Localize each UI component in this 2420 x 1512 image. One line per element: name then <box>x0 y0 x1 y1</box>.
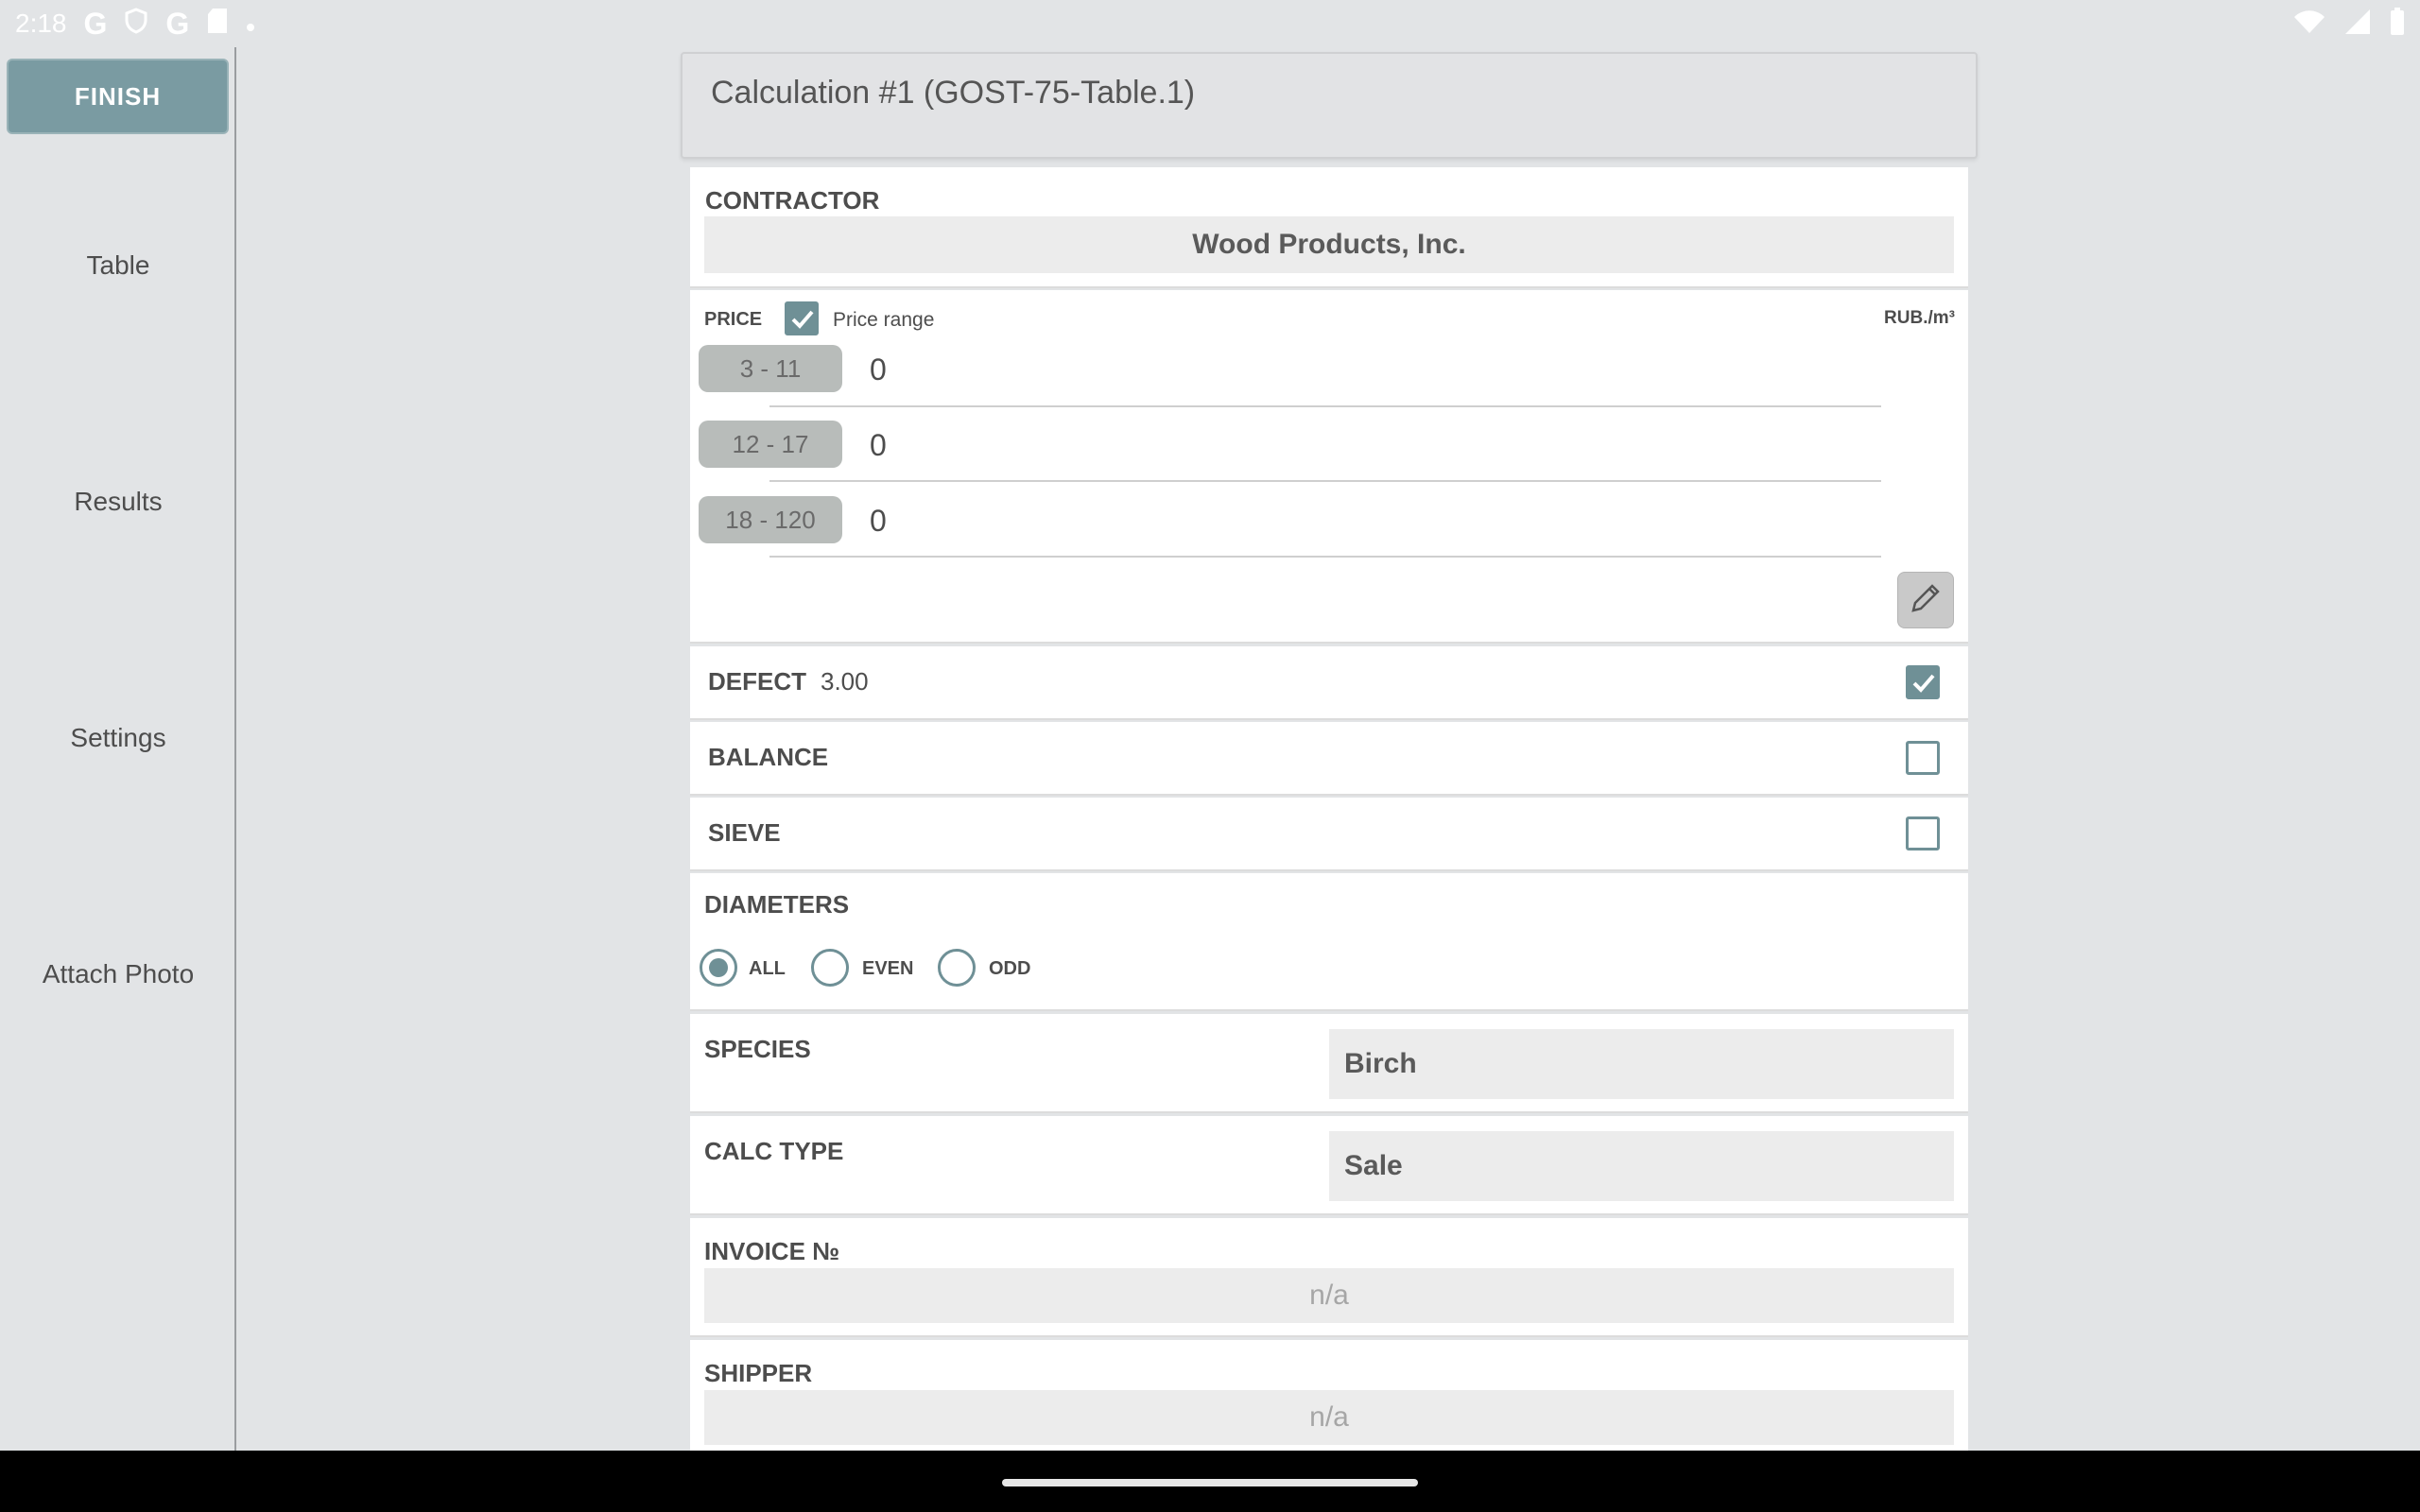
species-card: SPECIES Birch <box>690 1014 1968 1113</box>
signal-icon <box>2344 9 2371 40</box>
defect-card: DEFECT 3.00 <box>690 646 1968 720</box>
shield-icon <box>124 7 148 41</box>
invoice-input[interactable]: n/a <box>704 1268 1954 1323</box>
battery-icon <box>2390 7 2405 41</box>
pencil-icon <box>1908 580 1944 621</box>
sidebar-item-table[interactable]: Table <box>0 250 236 281</box>
balance-checkbox[interactable] <box>1906 741 1940 775</box>
balance-label: BALANCE <box>708 743 829 771</box>
home-gesture-handle[interactable] <box>1002 1479 1418 1486</box>
status-bar: 2:18 G G <box>0 0 2420 47</box>
status-bar-right <box>2293 7 2405 41</box>
sieve-checkbox[interactable] <box>1906 816 1940 850</box>
price-input-underline <box>769 480 1881 482</box>
price-input[interactable]: 0 <box>870 352 887 387</box>
species-label: SPECIES <box>704 1035 811 1063</box>
calc-type-card: CALC TYPE Sale <box>690 1116 1968 1215</box>
navigation-bar <box>0 1451 2420 1512</box>
clock: 2:18 <box>15 9 67 38</box>
price-card: PRICE Price range RUB./m³ 3 - 11 0 12 - … <box>690 290 1968 644</box>
status-bar-left: 2:18 G G <box>15 7 255 42</box>
diameters-radio-all[interactable] <box>700 949 737 987</box>
price-input-underline <box>769 556 1881 558</box>
sidebar-item-settings[interactable]: Settings <box>0 723 236 753</box>
species-dropdown[interactable]: Birch <box>1329 1029 1954 1099</box>
contractor-label: CONTRACTOR <box>705 186 880 215</box>
price-unit: RUB./m³ <box>1884 308 1955 328</box>
diameters-radio-even[interactable] <box>811 949 849 987</box>
price-input-underline <box>769 405 1881 407</box>
price-range-chip[interactable]: 12 - 17 <box>699 421 842 468</box>
shipper-card: SHIPPER n/a <box>690 1340 1968 1451</box>
sidebar: FINISH Table Results Settings Attach Pho… <box>0 47 236 1451</box>
price-range-chip[interactable]: 3 - 11 <box>699 345 842 392</box>
price-range-label: Price range <box>833 309 935 331</box>
calc-type-dropdown[interactable]: Sale <box>1329 1131 1954 1201</box>
invoice-label: INVOICE № <box>704 1237 840 1265</box>
defect-checkbox[interactable] <box>1906 665 1940 699</box>
sd-card-icon <box>206 8 229 41</box>
price-label: PRICE <box>704 309 763 330</box>
calculation-header: Calculation #1 (GOST-75-Table.1) <box>681 52 1978 159</box>
google-icon: G <box>83 6 108 41</box>
contractor-field[interactable]: Wood Products, Inc. <box>704 216 1954 273</box>
page-title: Calculation #1 (GOST-75-Table.1) <box>711 75 1196 111</box>
sidebar-item-results[interactable]: Results <box>0 487 236 517</box>
finish-button[interactable]: FINISH <box>7 59 229 134</box>
diameters-label: DIAMETERS <box>704 890 850 919</box>
calc-type-label: CALC TYPE <box>704 1137 844 1165</box>
price-input[interactable]: 0 <box>870 504 887 539</box>
google-icon: G <box>165 6 190 41</box>
defect-value[interactable]: 3.00 <box>821 667 869 696</box>
diameters-radio-odd-label: ODD <box>989 958 1031 979</box>
invoice-card: INVOICE № n/a <box>690 1218 1968 1337</box>
edit-price-button[interactable] <box>1897 572 1954 628</box>
diameters-radio-even-label: EVEN <box>862 958 914 979</box>
shipper-label: SHIPPER <box>704 1359 813 1387</box>
price-input[interactable]: 0 <box>870 428 887 463</box>
shipper-input[interactable]: n/a <box>704 1390 1954 1445</box>
price-range-checkbox[interactable] <box>785 301 819 335</box>
contractor-card: CONTRACTOR Wood Products, Inc. <box>690 167 1968 288</box>
diameters-card: DIAMETERS ALL EVEN ODD <box>690 873 1968 1011</box>
sieve-label: SIEVE <box>708 818 781 847</box>
diameters-radio-odd[interactable] <box>938 949 976 987</box>
diameters-radio-all-label: ALL <box>749 958 786 979</box>
balance-card: BALANCE <box>690 722 1968 796</box>
dot-icon <box>246 9 255 39</box>
price-range-chip[interactable]: 18 - 120 <box>699 496 842 543</box>
sidebar-item-attach-photo[interactable]: Attach Photo <box>0 959 236 989</box>
wifi-icon <box>2293 9 2325 39</box>
defect-label: DEFECT <box>708 667 806 696</box>
sieve-card: SIEVE <box>690 798 1968 871</box>
